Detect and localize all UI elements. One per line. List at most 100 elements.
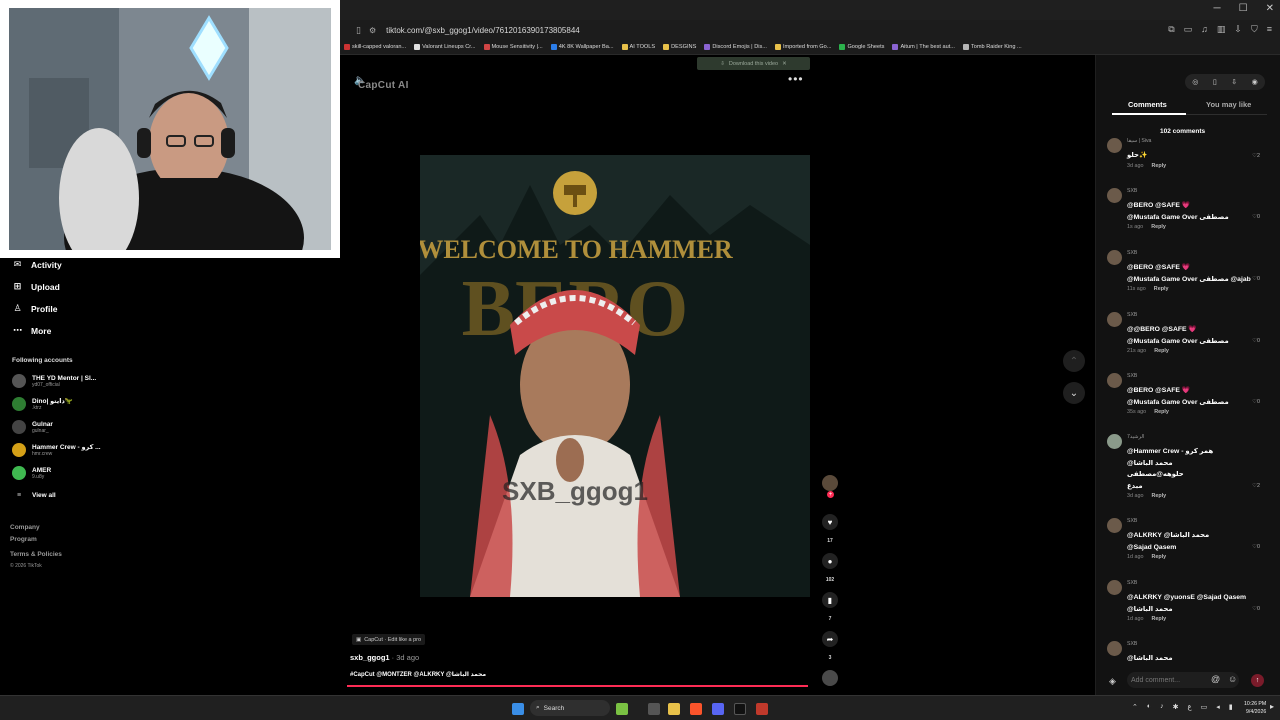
bookmark-item[interactable]: Mouse Sensitivity |... bbox=[483, 44, 543, 50]
comment-username[interactable]: الرشيد7 bbox=[1127, 434, 1144, 440]
avatar[interactable] bbox=[1107, 434, 1122, 449]
url-field[interactable]: tiktok.com/@sxb_ggog1/video/761201639017… bbox=[386, 26, 580, 35]
comment-like-button[interactable]: ♡2 bbox=[1252, 153, 1260, 159]
avatar[interactable] bbox=[1107, 188, 1122, 203]
comment-username[interactable]: SXB bbox=[1127, 580, 1137, 586]
capcut-edit-tag[interactable]: ▣ CapCut · Edit like a pro bbox=[352, 634, 426, 645]
tab-comments[interactable]: Comments bbox=[1128, 100, 1167, 109]
brave-browser-icon[interactable] bbox=[690, 703, 702, 715]
comment-username[interactable]: SXB bbox=[1127, 518, 1137, 524]
close-small-icon[interactable]: ✕ bbox=[782, 61, 787, 67]
footer-link[interactable]: Program bbox=[10, 536, 37, 543]
reply-button[interactable]: Reply bbox=[1151, 224, 1166, 230]
taskbar-search[interactable]: ⌕ Search bbox=[530, 700, 610, 716]
next-video-button[interactable]: ⌄ bbox=[1063, 382, 1085, 404]
video-player[interactable]: WELCOME TO HAMMER BERO SXB_ggog1 bbox=[420, 155, 810, 597]
comment-like-button[interactable]: ♡0 bbox=[1252, 214, 1260, 220]
bookmark-item[interactable]: Google Sheets bbox=[839, 44, 884, 50]
reply-button[interactable]: Reply bbox=[1152, 493, 1167, 499]
bookmark-item[interactable]: Tomb Raider King ... bbox=[962, 44, 1022, 50]
bookmark-item[interactable]: Discord Emojis | Dis... bbox=[704, 44, 767, 50]
following-account[interactable]: Gulnar gulnar_ bbox=[12, 420, 53, 434]
bookmark-item[interactable]: Imported from Go... bbox=[774, 44, 831, 50]
download-icon[interactable]: ⇩ bbox=[1234, 24, 1242, 35]
sidebar-item-profile[interactable]: ♙ Profile bbox=[12, 303, 57, 314]
capcut-app-icon[interactable] bbox=[734, 703, 746, 715]
emoji-icon[interactable]: ☺ bbox=[1228, 674, 1237, 684]
comment-button[interactable]: ● bbox=[822, 553, 838, 569]
chevron-up-icon[interactable]: ⌃ bbox=[1132, 703, 1138, 711]
avatar[interactable] bbox=[1107, 312, 1122, 327]
obs-icon[interactable] bbox=[756, 703, 768, 715]
following-account[interactable]: THE YD Mentor | Sl... yd07_official bbox=[12, 374, 96, 388]
comment-username[interactable]: SXB bbox=[1127, 312, 1137, 318]
close-icon[interactable]: ✕ bbox=[1266, 3, 1274, 14]
shield-icon[interactable]: ⛉ bbox=[1251, 24, 1258, 35]
discord-icon[interactable] bbox=[712, 703, 724, 715]
reply-button[interactable]: Reply bbox=[1152, 554, 1167, 560]
battery-icon[interactable]: ▮ bbox=[1229, 703, 1233, 711]
sidebar-item-activity[interactable]: ✉ Activity bbox=[12, 259, 62, 270]
volume-icon[interactable]: ◂ bbox=[1216, 703, 1220, 711]
add-comment-input[interactable]: Add comment... bbox=[1127, 672, 1239, 688]
bluetooth-icon[interactable]: ✱ bbox=[1173, 703, 1179, 711]
comment-username[interactable]: سيفا | Siva bbox=[1127, 138, 1151, 144]
maximize-icon[interactable]: ☐ bbox=[1239, 3, 1248, 14]
music-disc-icon[interactable] bbox=[822, 670, 838, 686]
like-button[interactable]: ♥ bbox=[822, 514, 838, 530]
sidebar-item-upload[interactable]: ⊞ Upload bbox=[12, 281, 60, 292]
view-all-link[interactable]: ≡ View all bbox=[12, 492, 56, 499]
tab-icon[interactable]: ▭ bbox=[1184, 24, 1193, 35]
avatar[interactable] bbox=[1107, 518, 1122, 533]
comment-username[interactable]: SXB bbox=[1127, 373, 1137, 379]
reply-button[interactable]: Reply bbox=[1154, 409, 1169, 415]
notifications-icon[interactable]: ▸ bbox=[1270, 702, 1274, 711]
share-button[interactable]: ➦ bbox=[822, 631, 838, 647]
avatar[interactable] bbox=[1107, 641, 1122, 656]
puzzle-icon[interactable]: ⧉ bbox=[1168, 24, 1174, 35]
follow-plus-icon[interactable]: + bbox=[827, 491, 834, 498]
bookmark-item[interactable]: Valorant Lineups Cr... bbox=[414, 44, 476, 50]
avatar[interactable] bbox=[1107, 250, 1122, 265]
sidebar-item-more[interactable]: ⋯ More bbox=[12, 325, 51, 336]
bookmark-icon[interactable]: ▯ bbox=[356, 25, 361, 36]
compass-icon[interactable]: ◎ bbox=[1192, 78, 1198, 86]
reply-button[interactable]: Reply bbox=[1152, 616, 1167, 622]
reply-button[interactable]: Reply bbox=[1154, 348, 1169, 354]
following-account[interactable]: AMER 9.u8y bbox=[12, 466, 51, 480]
bookmark-item[interactable]: 4K 8K Wallpaper Ba... bbox=[550, 44, 614, 50]
avatar[interactable] bbox=[1107, 580, 1122, 595]
mention-icon[interactable]: @ bbox=[1211, 674, 1220, 684]
comment-username[interactable]: SXB bbox=[1127, 641, 1137, 647]
comment-like-button[interactable]: ♡0 bbox=[1252, 276, 1260, 282]
prev-video-button[interactable]: ⌃ bbox=[1063, 350, 1085, 372]
footer-link[interactable]: Terms & Policies bbox=[10, 551, 62, 558]
minimize-icon[interactable]: ─ bbox=[1214, 3, 1221, 14]
comment-like-button[interactable]: ♡0 bbox=[1252, 544, 1260, 550]
taskbar-clock[interactable]: 10:26 PM 9/4/2026 bbox=[1244, 700, 1266, 716]
avatar[interactable] bbox=[1107, 138, 1122, 153]
tiktok-diamond-icon[interactable]: ◈ bbox=[1109, 676, 1116, 687]
comment-username[interactable]: SXB bbox=[1127, 250, 1137, 256]
comment-like-button[interactable]: ♡2 bbox=[1252, 483, 1260, 489]
profile-icon[interactable]: ◉ bbox=[1252, 78, 1258, 86]
video-author[interactable]: sxb_ggog1 · 3d ago bbox=[350, 653, 419, 662]
download-video-bar[interactable]: ⇩ Download this video ✕ bbox=[697, 57, 810, 70]
following-account[interactable]: Hammer Crew - كرو ... hmr.crew bbox=[12, 443, 101, 457]
windows-start-icon[interactable] bbox=[512, 703, 524, 715]
menu-icon[interactable]: ≡ bbox=[1267, 24, 1272, 35]
task-view-icon[interactable] bbox=[648, 703, 660, 715]
sidebar-icon[interactable]: ▥ bbox=[1217, 24, 1226, 35]
avatar[interactable] bbox=[1107, 373, 1122, 388]
bookmark-item[interactable]: Aitum | The best aut... bbox=[892, 44, 955, 50]
comment-like-button[interactable]: ♡0 bbox=[1252, 399, 1260, 405]
bookmark-item[interactable]: DESGINS bbox=[663, 44, 696, 50]
comment-like-button[interactable]: ♡0 bbox=[1252, 338, 1260, 344]
comment-like-button[interactable]: ♡0 bbox=[1252, 606, 1260, 612]
creator-avatar[interactable] bbox=[822, 475, 838, 491]
headset-icon[interactable]: ◐ bbox=[1147, 703, 1151, 711]
tab-you-may-like[interactable]: You may like bbox=[1206, 100, 1251, 109]
video-progress-bar[interactable] bbox=[347, 685, 808, 687]
mic-icon[interactable]: ♪ bbox=[1160, 703, 1164, 711]
more-options-icon[interactable]: ••• bbox=[788, 72, 804, 86]
